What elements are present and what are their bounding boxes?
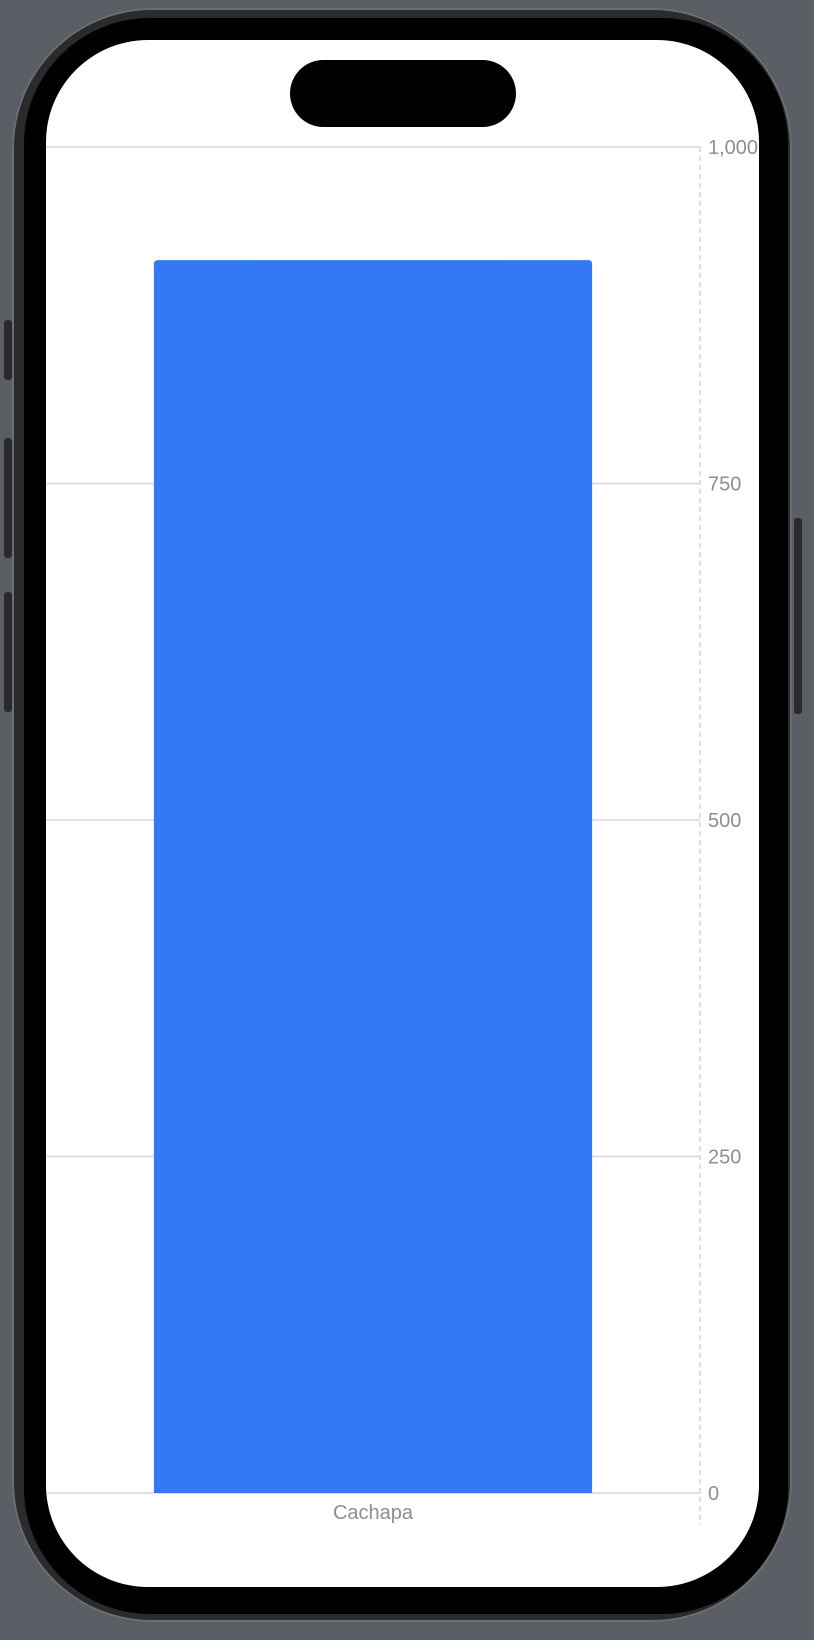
y-tick-label: 500 (708, 810, 741, 832)
bar-chart: 0 250 500 750 1,000 Cachapa (46, 137, 758, 1525)
y-tick-label: 750 (708, 474, 741, 496)
y-tick-label: 1,000 (708, 137, 758, 159)
y-tick-label: 250 (708, 1147, 741, 1169)
y-axis-ticks: 0 250 500 750 1,000 (708, 137, 758, 1505)
y-tick-label: 0 (708, 1483, 719, 1505)
x-axis-labels: Cachapa (333, 1502, 414, 1524)
chart-plot-area: 0 250 500 750 1,000 Cachapa (46, 137, 758, 1525)
bar-cachapa (153, 260, 593, 1494)
x-category-label: Cachapa (333, 1502, 414, 1524)
bars (153, 260, 593, 1494)
dynamic-island (290, 60, 516, 127)
